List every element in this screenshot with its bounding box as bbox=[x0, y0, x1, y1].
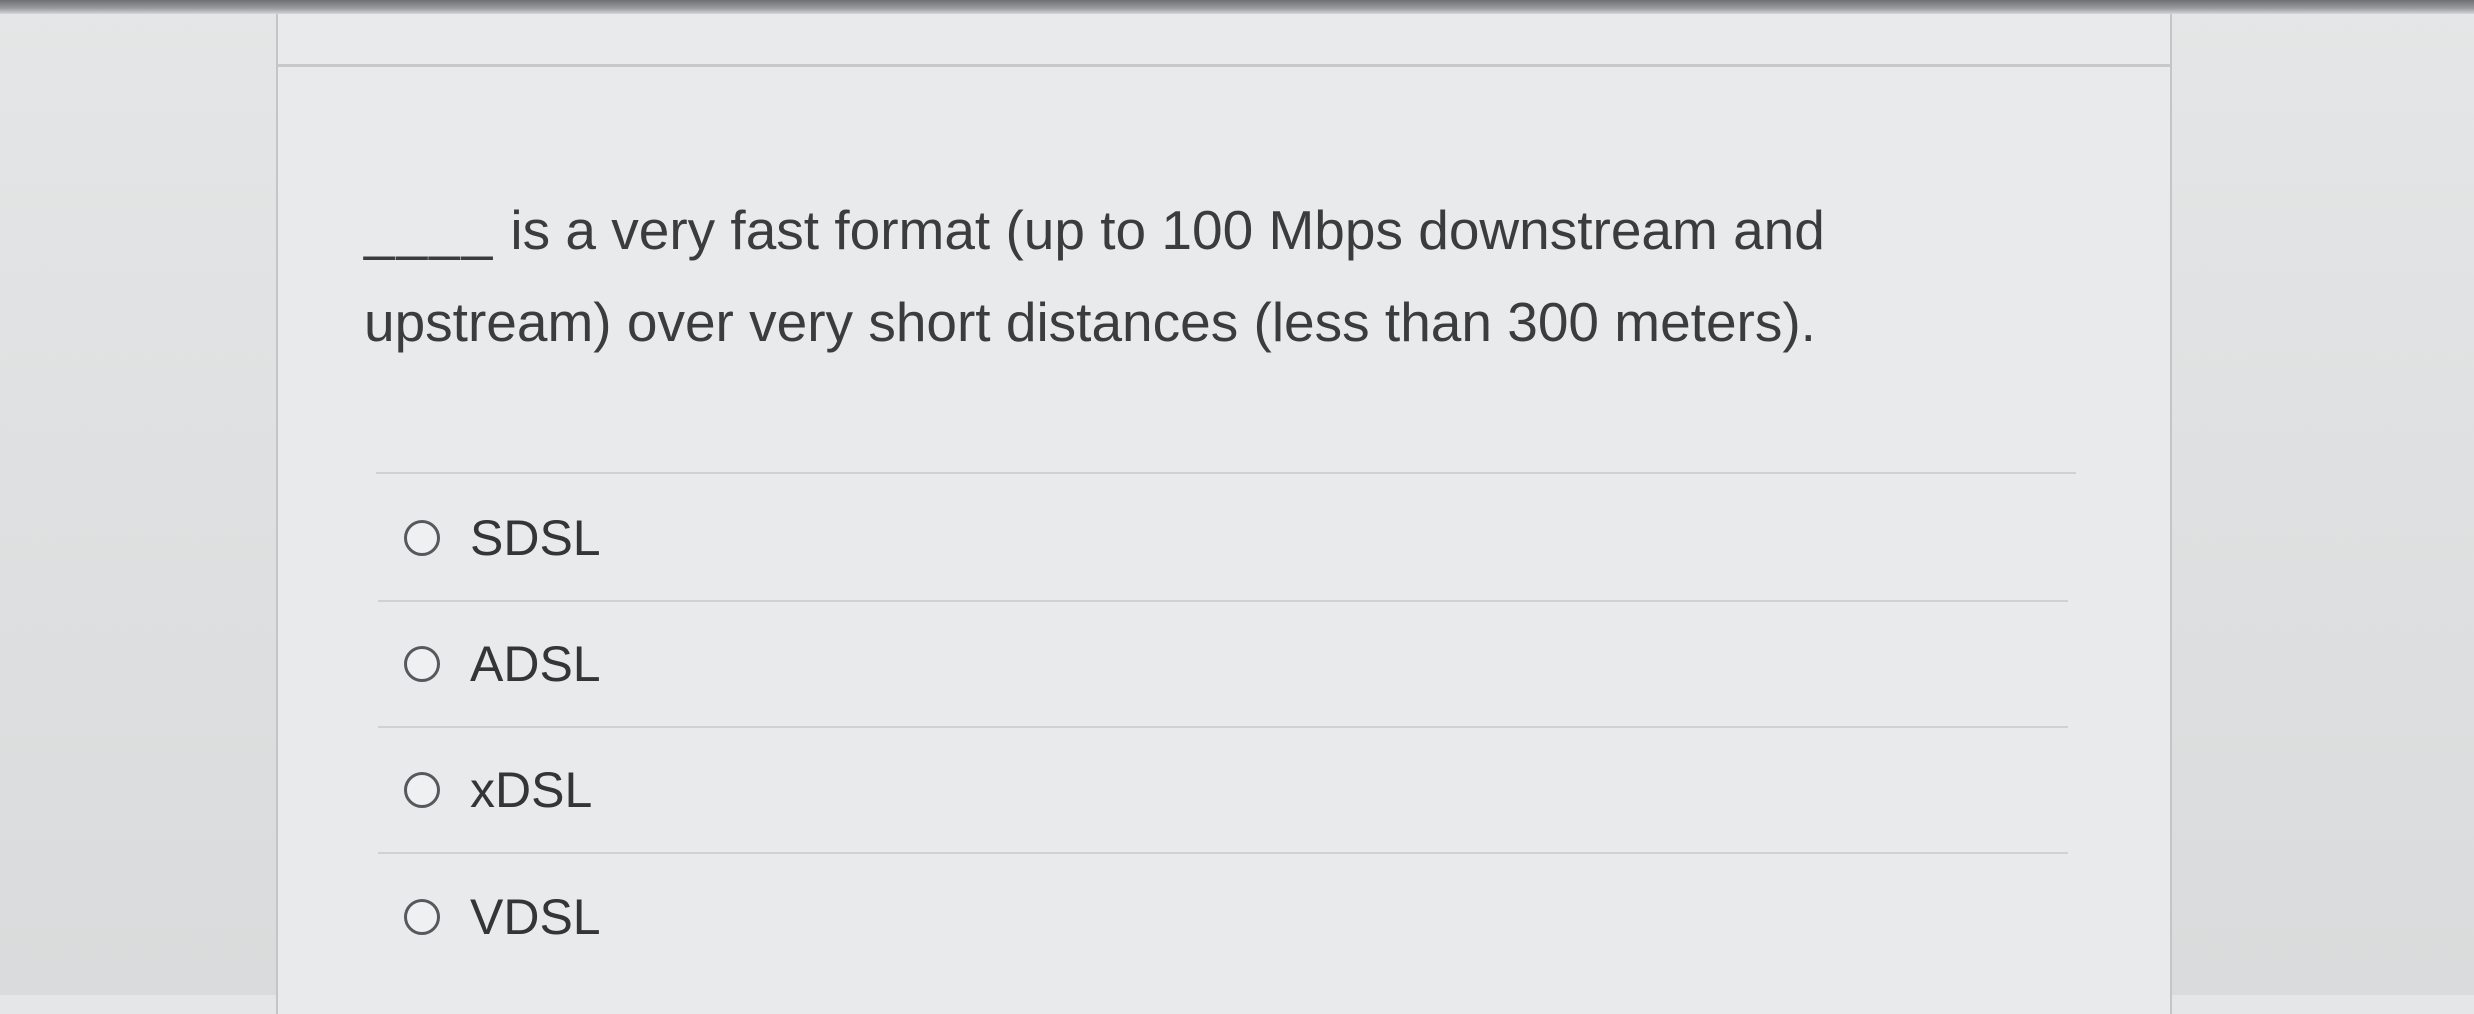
option-label-xdsl: xDSL bbox=[470, 762, 593, 818]
answer-option-vdsl[interactable]: VDSL bbox=[378, 854, 2068, 980]
radio-button-sdsl[interactable] bbox=[404, 520, 440, 556]
radio-button-xdsl[interactable] bbox=[404, 772, 440, 808]
radio-button-vdsl[interactable] bbox=[404, 899, 440, 935]
option-label-vdsl: VDSL bbox=[470, 889, 601, 945]
panel-header-divider bbox=[278, 64, 2170, 67]
option-label-adsl: ADSL bbox=[470, 636, 601, 692]
answer-blank: ____ bbox=[364, 199, 495, 261]
answer-options: SDSL ADSL xDSL VDSL bbox=[378, 476, 2068, 980]
option-label-sdsl: SDSL bbox=[470, 510, 601, 566]
question-panel: ____ is a very fast format (up to 100 Mbp… bbox=[276, 14, 2172, 1014]
answer-option-adsl[interactable]: ADSL bbox=[378, 602, 2068, 728]
question-body: is a very fast format (up to 100 Mbps do… bbox=[364, 199, 1825, 353]
question-divider bbox=[376, 472, 2076, 474]
answer-option-sdsl[interactable]: SDSL bbox=[378, 476, 2068, 602]
screen-top-bezel bbox=[0, 0, 2474, 14]
answer-option-xdsl[interactable]: xDSL bbox=[378, 728, 2068, 854]
radio-button-adsl[interactable] bbox=[404, 646, 440, 682]
question-text: ____ is a very fast format (up to 100 Mbp… bbox=[364, 184, 2064, 368]
